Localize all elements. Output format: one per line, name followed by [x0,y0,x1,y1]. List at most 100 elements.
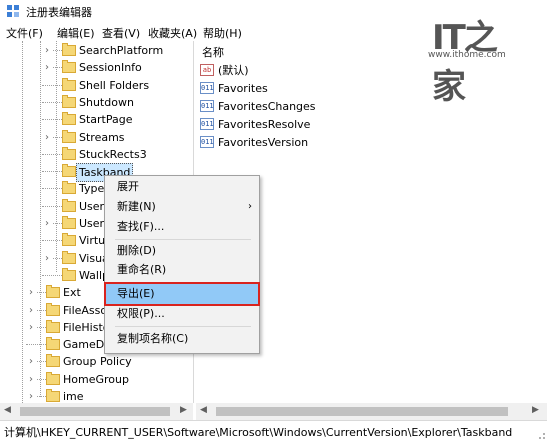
submenu-arrow-icon: › [248,201,252,212]
folder-icon [46,371,60,385]
folder-icon [46,389,60,402]
menu-view[interactable]: 查看(V) [102,25,140,41]
folder-icon [62,112,76,126]
context-menu-find[interactable]: 查找(F)... [106,217,258,237]
tree-item[interactable]: StuckRects3 [0,146,193,163]
context-menu: 展开 新建(N) › 查找(F)... 删除(D) 重命名(R) 导出(E) 权… [104,175,260,354]
expand-chevron-icon[interactable]: › [42,59,52,77]
value-name: FavoritesVersion [218,136,309,149]
tree-item-label: Shutdown [79,95,134,109]
tree-item-label: Ext [63,286,81,300]
folder-icon [62,94,76,108]
tree-guide-line [42,153,62,155]
scroll-right-arrow-icon[interactable]: ▶ [532,405,539,415]
folder-icon [62,233,76,247]
tree-item[interactable]: › Group Policy [0,353,193,371]
context-menu-delete[interactable]: 删除(D) [106,241,258,261]
value-name: Favorites [218,82,268,95]
context-menu-copy-key-name[interactable]: 复制项名称(C) [106,329,258,349]
context-menu-new[interactable]: 新建(N) › [106,197,258,217]
tree-item-label: StartPage [79,113,133,127]
expand-chevron-icon[interactable]: › [26,318,36,336]
folder-icon [46,319,60,333]
tree-item-label: Group Policy [63,355,132,369]
folder-icon [62,267,76,281]
key-path-text: 计算机\HKEY_CURRENT_USER\Software\Microsoft… [4,426,513,439]
tree-guide-line [42,84,62,86]
folder-icon [62,250,76,264]
tree-guide-line [42,171,62,173]
folder-icon [62,146,76,160]
regedit-app-icon [7,5,19,17]
tree-guide-line [26,344,46,346]
tree-item[interactable]: › SearchPlatform [0,42,193,59]
folder-icon [62,164,76,178]
tree-item[interactable]: › HomeGroup [0,370,193,388]
folder-icon [62,43,76,56]
scrollbar-thumb[interactable] [20,407,170,416]
menu-help[interactable]: 帮助(H) [203,25,242,41]
tree-guide-line [42,188,62,190]
folder-icon [62,181,76,195]
binary-value-icon: 011 [200,118,214,130]
value-name: FavoritesResolve [218,118,311,131]
tree-item-label: HomeGroup [63,372,129,386]
tree-item[interactable]: Shell Folders [0,77,193,94]
expand-chevron-icon[interactable]: › [42,42,52,59]
folder-icon [46,337,60,351]
scroll-left-arrow-icon[interactable]: ◀ [200,405,207,415]
tree-horizontal-scrollbar[interactable]: ◀ ▶ [0,403,193,420]
tree-item[interactable]: › SessionInfo [0,59,193,77]
folder-icon [46,302,60,316]
string-value-icon: ab [200,64,214,76]
column-header-name[interactable]: 名称 [202,44,224,60]
tree-guide-line [42,205,62,207]
expand-chevron-icon[interactable]: › [26,301,36,319]
context-menu-permissions[interactable]: 权限(P)... [106,304,258,324]
tree-guide-line [42,240,62,242]
tree-item-label: StuckRects3 [79,147,147,161]
resize-grip-icon[interactable] [534,428,546,440]
tree-item-label: SessionInfo [79,61,142,75]
folder-icon [62,129,76,143]
menu-separator [115,239,251,240]
menu-file[interactable]: 文件(F) [6,25,43,41]
context-menu-rename[interactable]: 重命名(R) [106,260,258,280]
expand-chevron-icon[interactable]: › [42,249,52,267]
expand-chevron-icon[interactable]: › [42,128,52,146]
scrollbar-thumb[interactable] [216,407,508,416]
folder-icon [62,216,76,229]
folder-icon [46,285,60,299]
tree-guide-line [42,119,62,121]
binary-value-icon: 011 [200,82,214,94]
context-menu-expand[interactable]: 展开 [106,177,258,197]
folder-icon [62,198,76,212]
expand-chevron-icon[interactable]: › [26,284,36,302]
scroll-left-arrow-icon[interactable]: ◀ [4,405,11,415]
values-horizontal-scrollbar[interactable]: ◀ ▶ [196,403,547,420]
tree-guide-line [42,101,62,103]
context-menu-export[interactable]: 导出(E) [104,282,260,306]
tree-item-label: Shell Folders [79,78,150,92]
folder-icon [62,60,76,74]
expand-chevron-icon[interactable]: › [26,370,36,388]
tree-item-label: Streams [79,130,125,144]
tree-item[interactable]: StartPage [0,111,193,128]
menu-edit[interactable]: 编辑(E) [57,25,95,41]
tree-item[interactable]: › ime [0,388,193,403]
expand-chevron-icon[interactable]: › [26,353,36,371]
menu-favorites[interactable]: 收藏夹(A) [148,25,197,41]
tree-item[interactable]: Shutdown [0,94,193,111]
status-bar: 计算机\HKEY_CURRENT_USER\Software\Microsoft… [0,420,547,441]
tree-guide-line [42,274,62,276]
menu-separator [115,282,251,283]
expand-chevron-icon[interactable]: › [26,388,36,403]
binary-value-icon: 011 [200,136,214,148]
expand-chevron-icon[interactable]: › [42,215,52,232]
scroll-right-arrow-icon[interactable]: ▶ [180,405,187,415]
tree-item[interactable]: › Streams [0,128,193,146]
folder-icon [62,77,76,91]
window-title: 注册表编辑器 [26,6,92,19]
menu-separator [115,326,251,327]
binary-value-icon: 011 [200,100,214,112]
